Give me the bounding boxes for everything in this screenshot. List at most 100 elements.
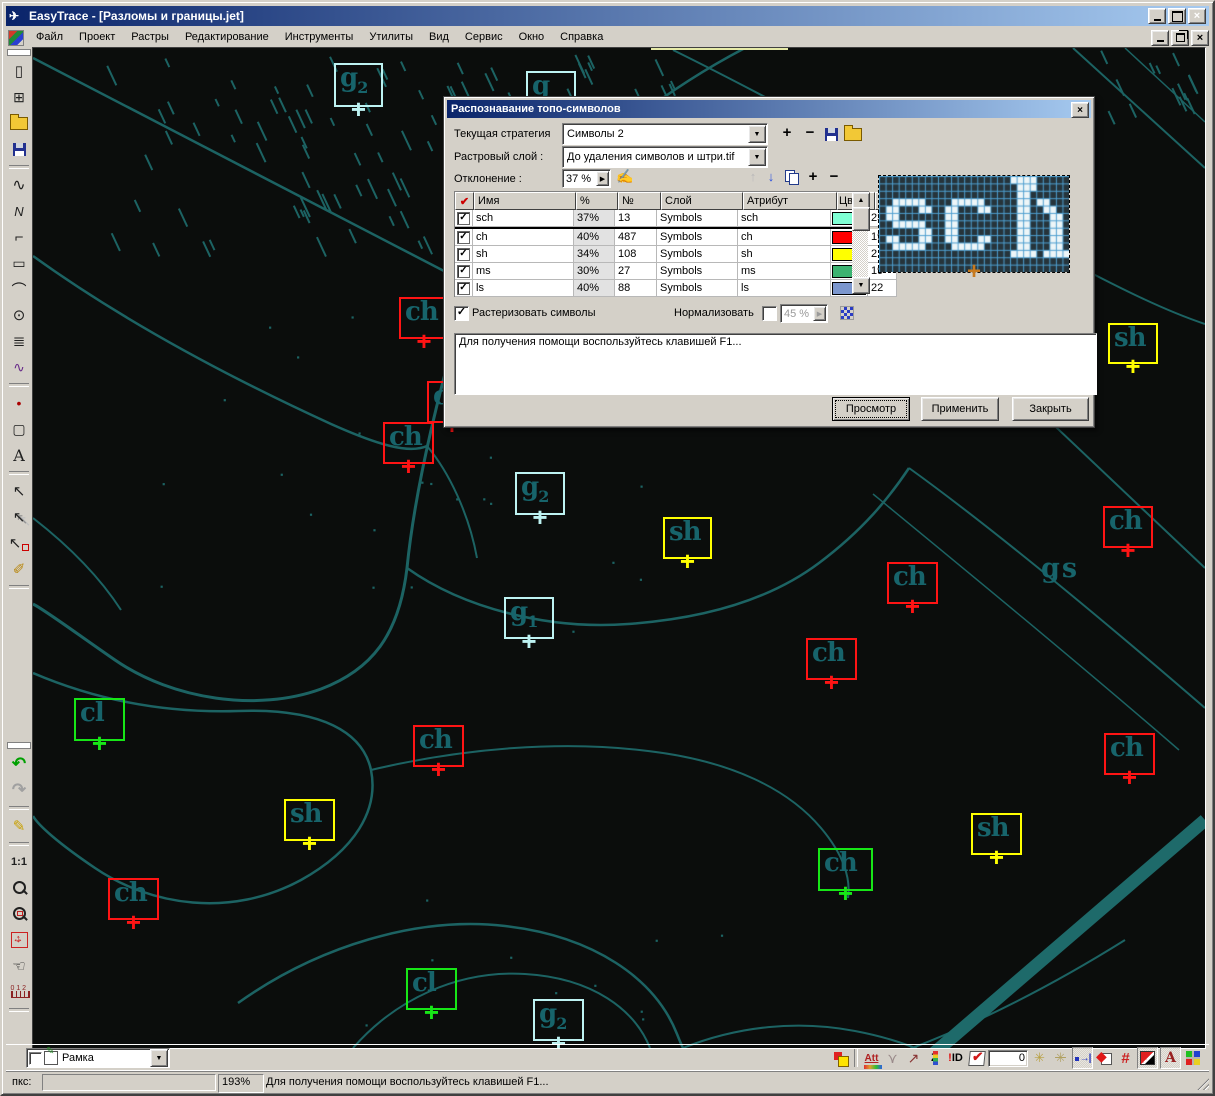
cell-name[interactable]: ls: [473, 280, 574, 297]
point-tool-icon[interactable]: •: [8, 391, 30, 415]
open-icon[interactable]: [8, 111, 30, 135]
zoom-tool-icon[interactable]: [8, 876, 30, 900]
symbol-marker-cl[interactable]: cl+: [74, 698, 125, 741]
count-field[interactable]: 0: [988, 1048, 1028, 1068]
undo-icon[interactable]: ↶: [8, 752, 30, 776]
copy-symbol-button[interactable]: [782, 168, 800, 186]
branch-icon[interactable]: ⋎: [883, 1048, 902, 1068]
rasterize-checkbox[interactable]: ✓: [454, 306, 469, 321]
strategy-combo[interactable]: Символы 2 ▼: [562, 123, 768, 145]
pan-tool-icon[interactable]: ☜: [8, 954, 30, 978]
symbol-marker-g[interactable]: g1+: [504, 597, 554, 639]
wand-off-icon[interactable]: ✳: [1051, 1048, 1070, 1068]
clear-selection-icon[interactable]: [1095, 1048, 1114, 1068]
table-row[interactable]: ✓ms30%27Symbolsms19: [455, 263, 868, 280]
row-checkbox[interactable]: ✓: [455, 280, 473, 297]
menu-item-tools[interactable]: Инструменты: [277, 29, 362, 46]
symbol-marker-ch[interactable]: ch+: [887, 562, 938, 604]
row-checkbox[interactable]: ✓: [455, 210, 473, 227]
cell-layer[interactable]: Symbols: [657, 229, 738, 246]
circle-tool-icon[interactable]: ⊙: [8, 303, 30, 327]
symbol-marker-ch[interactable]: ch+: [1104, 733, 1155, 775]
check-all-icon[interactable]: ✔: [455, 192, 474, 210]
column-header[interactable]: Имя: [474, 192, 576, 210]
cell-name[interactable]: ch: [473, 229, 574, 246]
zoom-1-1-icon[interactable]: 1:1: [8, 850, 30, 874]
scroll-down-icon[interactable]: ▼: [852, 277, 870, 294]
spinner-arrow-icon[interactable]: ▶: [596, 171, 609, 186]
close-button[interactable]: ×: [1188, 8, 1206, 24]
table-scrollbar[interactable]: ▲ ▼: [852, 192, 868, 294]
menu-item-rasters[interactable]: Растры: [123, 29, 177, 46]
symbol-marker-ch[interactable]: ch+: [108, 878, 159, 920]
symbol-down-button[interactable]: ↓: [762, 167, 780, 185]
cell-layer[interactable]: Symbols: [657, 263, 738, 280]
cell-count[interactable]: 487: [615, 229, 657, 246]
remove-strategy-button[interactable]: −: [801, 123, 819, 141]
text-tool-icon[interactable]: A: [8, 443, 30, 467]
overlay-squares-icon[interactable]: [831, 1048, 850, 1068]
raster-layer-combo[interactable]: До удаления символов и штри.tif ▼: [562, 146, 768, 168]
cell-layer[interactable]: Symbols: [657, 246, 738, 263]
snap-mode-icon[interactable]: →|: [1072, 1047, 1093, 1069]
column-header[interactable]: №: [618, 192, 661, 210]
cell-attribute[interactable]: sh: [738, 246, 831, 263]
cell-count[interactable]: 88: [615, 280, 657, 297]
cell-deviation[interactable]: 37%: [574, 210, 615, 227]
pencil-icon[interactable]: ✎: [8, 814, 30, 838]
grid-icon[interactable]: #: [1116, 1048, 1135, 1068]
symbol-marker-ch[interactable]: ch+: [806, 638, 857, 680]
ruler-icon[interactable]: 0 1 2: [8, 980, 30, 1004]
layer-colors-icon[interactable]: [1183, 1048, 1202, 1068]
invert-colors-icon[interactable]: [1137, 1047, 1158, 1069]
menu-item-window[interactable]: Окно: [511, 29, 553, 46]
wand-icon[interactable]: ✳: [1030, 1048, 1049, 1068]
symbol-marker-sh[interactable]: sh+: [284, 799, 335, 841]
open-strategy-icon[interactable]: [844, 125, 862, 143]
symbol-marker-ch[interactable]: ch+: [413, 725, 464, 767]
mdi-close-button[interactable]: ×: [1191, 30, 1209, 46]
symbol-up-button[interactable]: ↑: [744, 167, 762, 185]
close-dialog-button[interactable]: Закрыть: [1012, 397, 1089, 421]
verify-icon[interactable]: [967, 1048, 986, 1068]
symbol-marker-ch[interactable]: ch+: [399, 297, 449, 339]
cell-deviation[interactable]: 40%: [574, 229, 615, 246]
cell-count[interactable]: 13: [615, 210, 657, 227]
cell-attribute[interactable]: ls: [738, 280, 831, 297]
remove-symbol-button[interactable]: −: [825, 167, 843, 185]
symbol-marker-g[interactable]: g2+: [334, 63, 383, 107]
step-line-tool-icon[interactable]: ⌐: [8, 225, 30, 249]
mdi-minimize-button[interactable]: [1151, 30, 1169, 46]
cell-name[interactable]: sh: [473, 246, 574, 263]
polyline-tool-icon[interactable]: N: [8, 199, 30, 223]
menu-item-service[interactable]: Сервис: [457, 29, 511, 46]
z-colors-icon[interactable]: Z: [925, 1048, 944, 1068]
chevron-down-icon[interactable]: ▼: [150, 1049, 168, 1067]
shapes-tool-icon[interactable]: ▢: [8, 417, 30, 441]
menu-item-project[interactable]: Проект: [71, 29, 123, 46]
add-symbol-button[interactable]: +: [804, 167, 822, 185]
apply-button[interactable]: Применить: [921, 397, 999, 421]
select-tool-icon[interactable]: ↖: [8, 479, 30, 503]
row-checkbox[interactable]: ✓: [455, 263, 473, 280]
column-header[interactable]: Слой: [661, 192, 743, 210]
add-strategy-button[interactable]: +: [778, 123, 796, 141]
fit-view-icon[interactable]: ↔↕: [8, 928, 30, 952]
arc-tool-icon[interactable]: ⌒: [8, 277, 30, 301]
preview-button[interactable]: Просмотр: [832, 397, 910, 421]
menu-item-editing[interactable]: Редактирование: [177, 29, 277, 46]
cell-deviation[interactable]: 30%: [574, 263, 615, 280]
cell-layer[interactable]: Symbols: [657, 210, 738, 227]
menu-item-file[interactable]: Файл: [28, 29, 71, 46]
mdi-restore-button[interactable]: [1171, 30, 1189, 46]
hatch-tool-icon[interactable]: ≣: [8, 329, 30, 353]
symbol-marker-g[interactable]: g2+: [533, 999, 584, 1041]
normalize-spinner[interactable]: 45 % ▶: [780, 304, 828, 323]
cell-deviation[interactable]: 40%: [574, 280, 615, 297]
rect-tool-icon[interactable]: ▭: [8, 251, 30, 275]
cell-attribute[interactable]: ch: [738, 229, 831, 246]
style-brush-icon[interactable]: ✐: [8, 557, 30, 581]
cell-attribute[interactable]: ms: [738, 263, 831, 280]
cell-size[interactable]: 22: [868, 280, 897, 297]
column-header[interactable]: Атрибут: [743, 192, 837, 210]
